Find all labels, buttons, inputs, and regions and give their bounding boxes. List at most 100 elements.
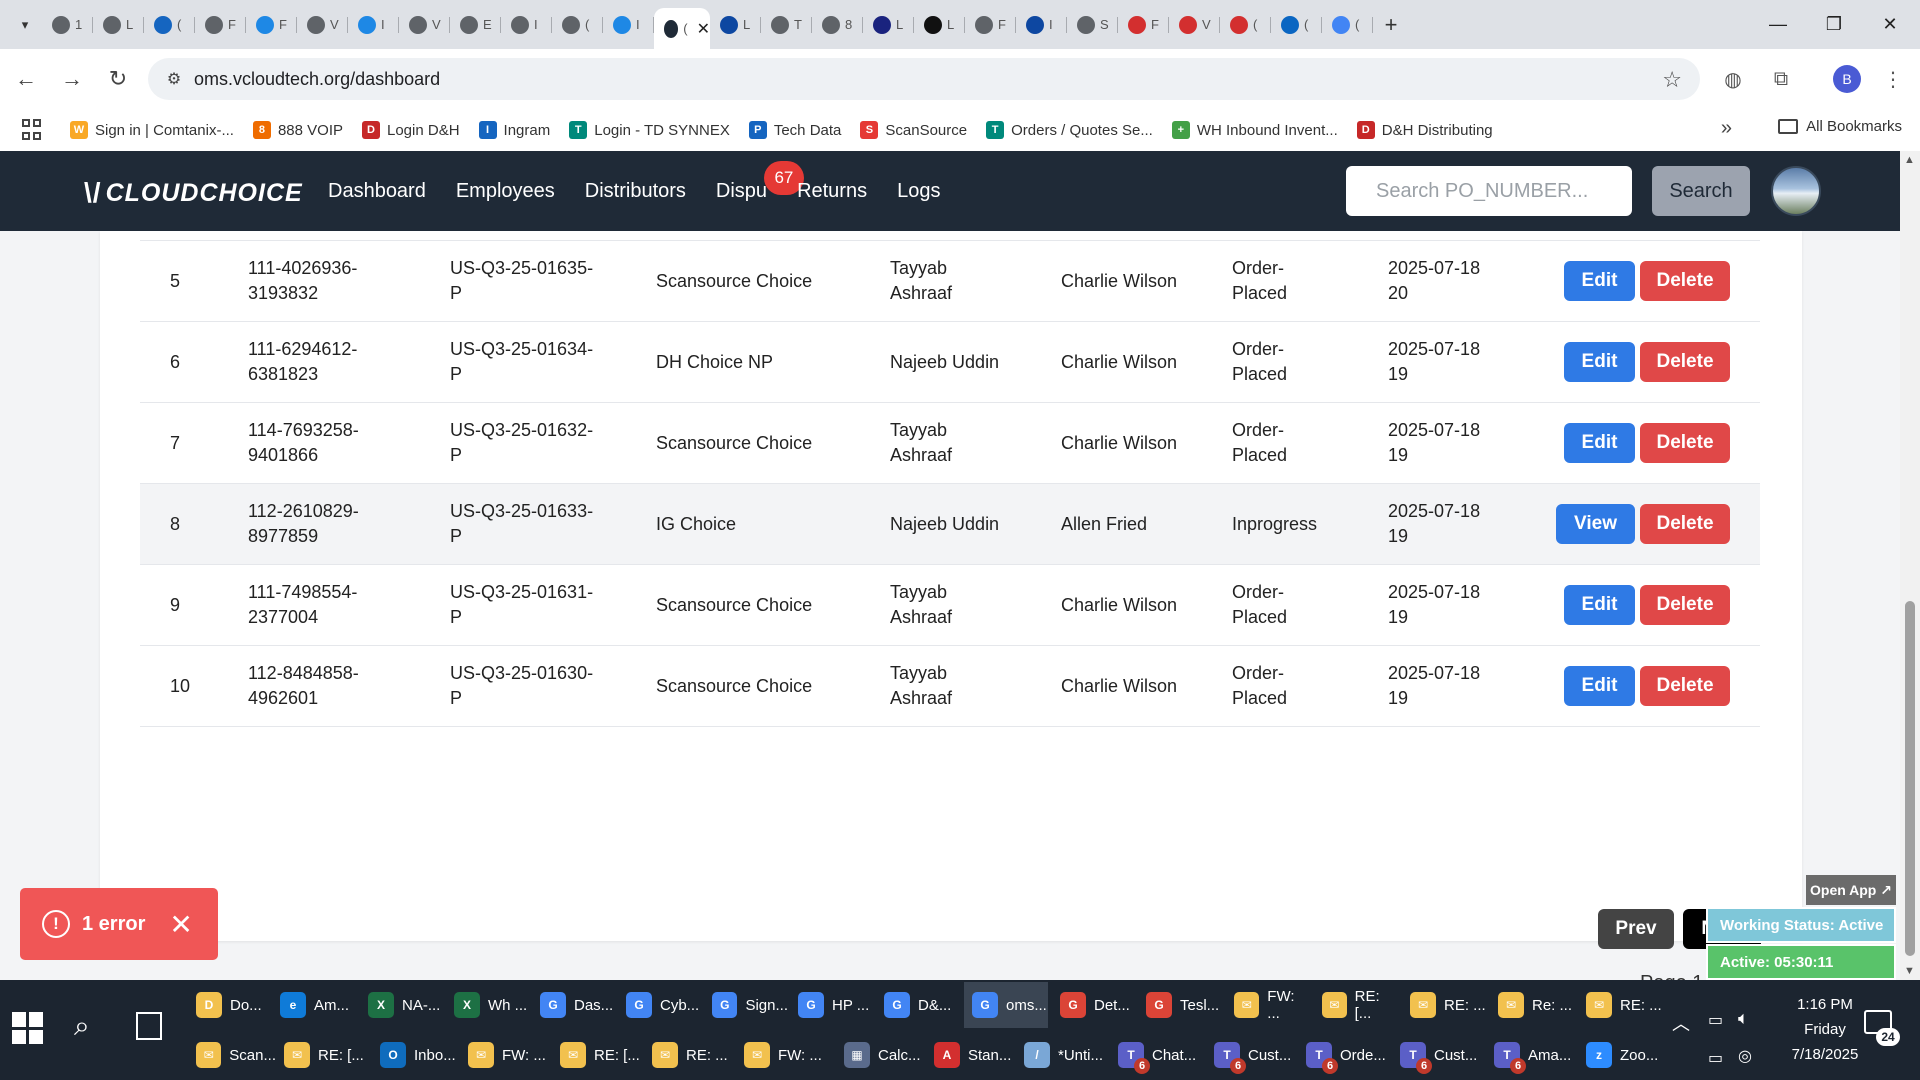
browser-tab[interactable]: L: [93, 7, 144, 43]
taskbar-app-item[interactable]: ✉ RE: ...: [1578, 982, 1662, 1028]
edit-button[interactable]: Edit: [1564, 666, 1635, 706]
battery-icon[interactable]: ▭: [1708, 1010, 1723, 1030]
browser-tab[interactable]: V: [297, 7, 348, 43]
minimize-button[interactable]: —: [1750, 0, 1806, 49]
bookmark-item[interactable]: D D&H Distributing: [1356, 121, 1493, 139]
taskbar-app-item[interactable]: A Stan...: [926, 1032, 1014, 1078]
scrollbar-thumb[interactable]: [1905, 601, 1915, 956]
back-button[interactable]: ←: [6, 59, 46, 99]
close-toast-icon[interactable]: ✕: [169, 908, 192, 941]
browser-tab[interactable]: (: [144, 7, 195, 43]
bookmark-item[interactable]: T Login - TD SYNNEX: [569, 121, 730, 139]
taskbar-app-item[interactable]: T 6 Orde...: [1298, 1032, 1386, 1078]
browser-tab[interactable]: 1: [42, 7, 93, 43]
taskbar-app-item[interactable]: G D&...: [876, 982, 960, 1028]
close-window-button[interactable]: ✕: [1862, 0, 1918, 49]
search-button[interactable]: Search: [1652, 166, 1750, 216]
taskbar-app-item[interactable]: T 6 Chat...: [1110, 1032, 1198, 1078]
edit-button[interactable]: Edit: [1564, 423, 1635, 463]
browser-tab[interactable]: V: [399, 7, 450, 43]
network-icon[interactable]: ◎: [1738, 1046, 1752, 1066]
new-tab-button[interactable]: +: [1373, 7, 1409, 43]
taskbar-app-item[interactable]: ✉ Re: ...: [1490, 982, 1574, 1028]
volume-icon[interactable]: 🔈︎: [1738, 1008, 1749, 1029]
bookmark-item[interactable]: W Sign in | Comtanix-...: [70, 121, 234, 139]
bookmark-item[interactable]: 8 888 VOIP: [252, 121, 343, 139]
nav-distributors[interactable]: Distributors: [585, 180, 686, 203]
taskbar-app-item[interactable]: G Sign...: [704, 982, 788, 1028]
taskbar-app-item[interactable]: ✉ RE: ...: [1402, 982, 1486, 1028]
taskbar-app-item[interactable]: T 6 Cust...: [1392, 1032, 1480, 1078]
taskbar-app-item[interactable]: D Do...: [188, 982, 272, 1028]
browser-tab[interactable]: I: [603, 7, 654, 43]
browser-tab[interactable]: (: [1271, 7, 1322, 43]
page-scrollbar[interactable]: ▲ ▼: [1900, 151, 1920, 980]
task-view-icon[interactable]: [136, 1012, 162, 1040]
browser-tab[interactable]: I: [348, 7, 399, 43]
browser-tab[interactable]: L: [914, 7, 965, 43]
search-icon[interactable]: ⌕: [74, 1010, 90, 1043]
delete-button[interactable]: Delete: [1640, 342, 1730, 382]
browser-tab[interactable]: F: [246, 7, 297, 43]
tray-chevron-icon[interactable]: ︿: [1672, 1010, 1690, 1036]
browser-tab[interactable]: E: [450, 7, 501, 43]
bookmark-item[interactable]: S ScanSource: [860, 121, 967, 139]
site-info-icon[interactable]: ⚙: [154, 69, 194, 89]
prev-page-button[interactable]: Prev: [1598, 909, 1674, 949]
browser-tab[interactable]: F: [1118, 7, 1169, 43]
browser-tab[interactable]: (: [1322, 7, 1373, 43]
delete-button[interactable]: Delete: [1640, 585, 1730, 625]
translate-icon[interactable]: ◍: [1716, 62, 1750, 96]
extensions-icon[interactable]: ⧉: [1764, 62, 1798, 96]
nav-logs[interactable]: Logs: [897, 180, 940, 203]
apps-grid-icon[interactable]: [22, 119, 44, 141]
taskbar-app-item[interactable]: ✉ RE: [...: [1314, 982, 1398, 1028]
bookmark-item[interactable]: P Tech Data: [748, 121, 841, 139]
taskbar-app-item[interactable]: T 6 Cust...: [1206, 1032, 1294, 1078]
cloudchoice-logo[interactable]: \/ CLOUDCHOICE: [84, 177, 303, 209]
delete-button[interactable]: Delete: [1640, 666, 1730, 706]
taskbar-app-item[interactable]: ▦ Calc...: [836, 1032, 924, 1078]
browser-tab[interactable]: F: [195, 7, 246, 43]
address-bar[interactable]: ⚙ oms.vcloudtech.org/dashboard ☆: [148, 58, 1700, 100]
taskbar-app-item[interactable]: G Tesl...: [1138, 982, 1222, 1028]
restore-button[interactable]: ❐: [1806, 0, 1862, 49]
url-text[interactable]: oms.vcloudtech.org/dashboard: [194, 69, 440, 90]
taskbar-app-item[interactable]: ✉ FW: ...: [1226, 982, 1310, 1028]
taskbar-app-item[interactable]: G Das...: [532, 982, 616, 1028]
close-tab-icon[interactable]: ✕: [697, 19, 710, 39]
taskbar-app-item[interactable]: O Inbo...: [372, 1032, 460, 1078]
taskbar-app-item[interactable]: G Cyb...: [618, 982, 702, 1028]
browser-tab[interactable]: T: [761, 7, 812, 43]
browser-tab[interactable]: (: [552, 7, 603, 43]
po-search-input[interactable]: [1346, 166, 1632, 216]
view-button[interactable]: View: [1556, 504, 1635, 544]
browser-tab[interactable]: L: [710, 7, 761, 43]
taskbar-app-item[interactable]: e Am...: [272, 982, 356, 1028]
reload-button[interactable]: ↻: [98, 59, 138, 99]
edit-button[interactable]: Edit: [1564, 342, 1635, 382]
scroll-up-icon[interactable]: ▲: [1904, 154, 1915, 166]
nav-dashboard[interactable]: Dashboard: [328, 180, 426, 203]
profile-button[interactable]: B: [1830, 62, 1864, 96]
more-bookmarks-icon[interactable]: »: [1721, 117, 1732, 140]
nav-employees[interactable]: Employees: [456, 180, 555, 203]
nav-returns[interactable]: Returns: [797, 180, 867, 203]
all-bookmarks-button[interactable]: All Bookmarks: [1778, 118, 1902, 135]
taskbar-app-item[interactable]: X Wh ...: [446, 982, 530, 1028]
scroll-down-icon[interactable]: ▼: [1904, 965, 1915, 977]
browser-tab[interactable]: I: [1016, 7, 1067, 43]
browser-tab[interactable]: (✕: [654, 8, 710, 49]
taskbar-app-item[interactable]: / *Unti...: [1016, 1032, 1104, 1078]
browser-tab[interactable]: S: [1067, 7, 1118, 43]
delete-button[interactable]: Delete: [1640, 423, 1730, 463]
taskbar-app-item[interactable]: ✉ RE: ...: [644, 1032, 732, 1078]
bookmark-item[interactable]: I Ingram: [478, 121, 550, 139]
bookmark-item[interactable]: T Orders / Quotes Se...: [986, 121, 1153, 139]
nav-disputes[interactable]: Dispu 67: [716, 160, 804, 203]
forward-button[interactable]: →: [52, 59, 92, 99]
edit-button[interactable]: Edit: [1564, 261, 1635, 301]
error-toast[interactable]: ! 1 error ✕: [20, 888, 218, 960]
bookmark-item[interactable]: D Login D&H: [362, 121, 460, 139]
browser-tab[interactable]: V: [1169, 7, 1220, 43]
